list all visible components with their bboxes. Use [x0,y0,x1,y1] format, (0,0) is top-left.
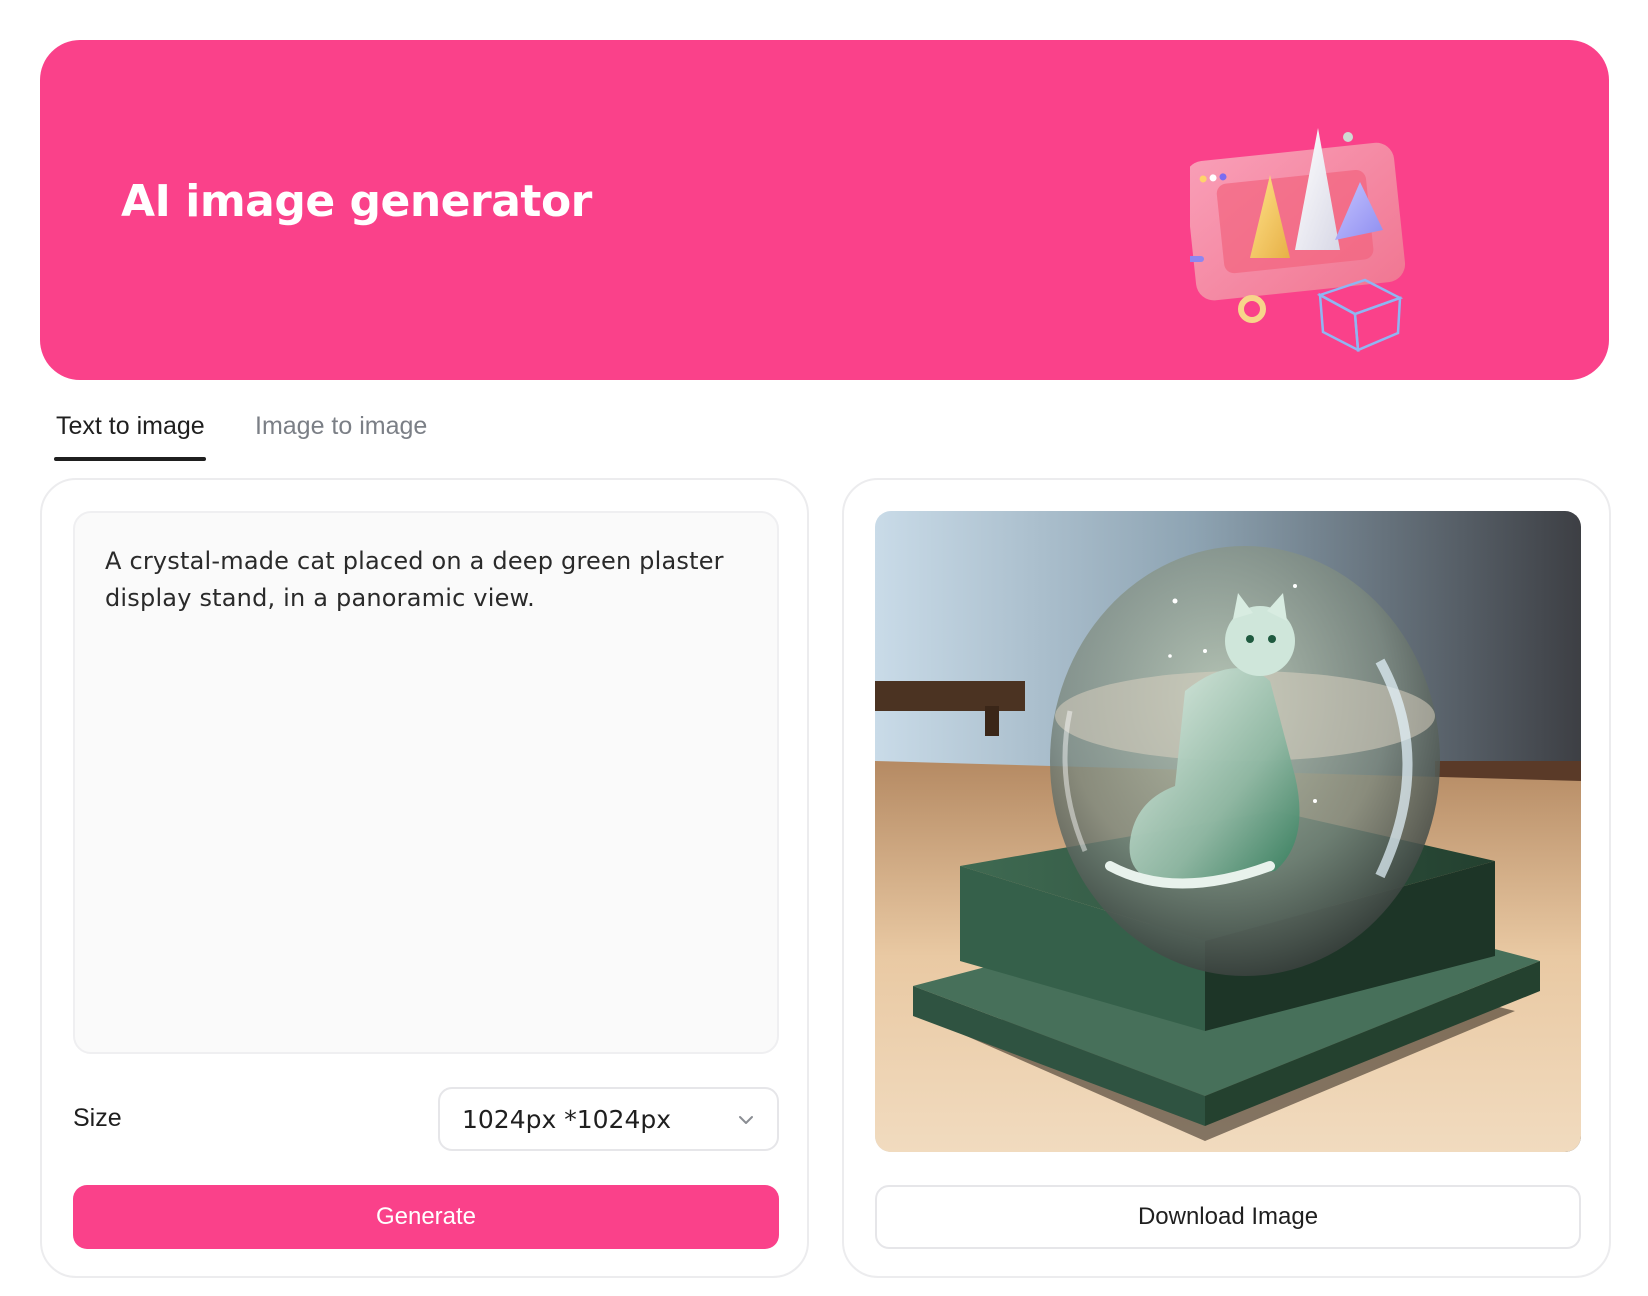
prompt-input[interactable]: A crystal-made cat placed on a deep gree… [73,511,779,1054]
chart-illustration-icon [1190,128,1406,353]
result-card: Download Image [842,478,1611,1278]
size-selected-value: 1024px *1024px [462,1105,672,1134]
download-image-button[interactable]: Download Image [875,1185,1581,1249]
generate-button[interactable]: Generate [73,1185,779,1249]
prompt-card: A crystal-made cat placed on a deep gree… [40,478,809,1278]
size-label: Size [73,1104,122,1132]
page-title: AI image generator [121,176,592,227]
size-select[interactable]: 1024px *1024px [438,1087,779,1151]
generated-image [875,511,1581,1152]
active-tab-indicator [54,457,206,461]
header-banner: AI image generator [40,40,1609,380]
tab-image-to-image[interactable]: Image to image [255,412,427,441]
chevron-down-icon [739,1116,753,1124]
tab-text-to-image[interactable]: Text to image [56,412,205,441]
